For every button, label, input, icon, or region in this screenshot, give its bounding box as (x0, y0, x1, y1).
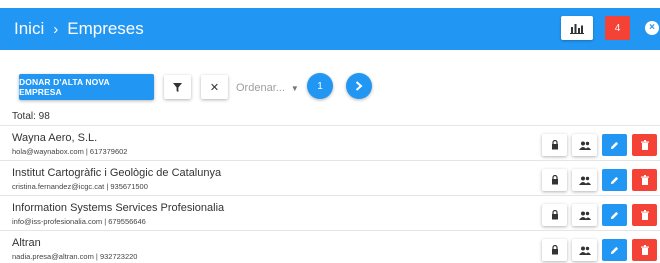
breadcrumb-current: Empreses (67, 19, 144, 38)
permissions-button[interactable] (542, 134, 567, 156)
lock-icon (551, 175, 559, 185)
edit-button[interactable] (602, 204, 627, 226)
pencil-icon (610, 211, 619, 220)
company-row: Institut Cartogràfic i Geològic de Catal… (0, 160, 660, 195)
toolbar: DONAR D'ALTA NOVA EMPRESA ✕ Ordenar... ▼… (0, 70, 660, 104)
filter-button[interactable] (164, 75, 191, 99)
company-contact: info@iss-profesionalia.com | 679556646 (12, 217, 146, 226)
users-button[interactable] (572, 134, 597, 156)
users-icon (578, 141, 591, 150)
company-contact: hola@waynabox.com | 617379602 (12, 147, 128, 156)
users-button[interactable] (572, 169, 597, 191)
total-count: Total: 98 (12, 111, 50, 122)
delete-button[interactable] (632, 239, 657, 261)
page-1-button[interactable]: 1 (307, 73, 333, 99)
delete-button[interactable] (632, 169, 657, 191)
edit-button[interactable] (602, 239, 627, 261)
lock-icon (551, 140, 559, 150)
users-button[interactable] (572, 204, 597, 226)
company-row: Information Systems Services Profesional… (0, 195, 660, 230)
trash-icon (640, 210, 649, 220)
company-name[interactable]: Altran (12, 237, 41, 249)
company-name[interactable]: Wayna Aero, S.L. (12, 132, 97, 144)
company-name[interactable]: Institut Cartogràfic i Geològic de Catal… (12, 167, 221, 179)
add-company-button[interactable]: DONAR D'ALTA NOVA EMPRESA (19, 74, 154, 100)
close-circle-icon[interactable]: × (645, 21, 659, 35)
permissions-button[interactable] (542, 204, 567, 226)
breadcrumb-separator: › (53, 20, 59, 38)
lock-icon (551, 245, 559, 255)
top-bar: Inici › Empreses 4 × (0, 8, 660, 50)
lock-icon (551, 210, 559, 220)
trash-icon (640, 175, 649, 185)
trash-icon (640, 140, 649, 150)
company-row: Altran nadia.presa@altran.com | 93272322… (0, 230, 660, 263)
delete-button[interactable] (632, 204, 657, 226)
next-page-button[interactable] (346, 73, 372, 99)
close-icon: ✕ (209, 81, 220, 94)
clear-filter-button[interactable]: ✕ (201, 75, 228, 99)
edit-button[interactable] (602, 134, 627, 156)
permissions-button[interactable] (542, 169, 567, 191)
company-contact: nadia.presa@altran.com | 932723220 (12, 252, 138, 261)
notifications-button[interactable]: 4 (605, 16, 630, 40)
caret-down-icon: ▼ (290, 83, 299, 93)
pencil-icon (610, 246, 619, 255)
users-button[interactable] (572, 239, 597, 261)
delete-button[interactable] (632, 134, 657, 156)
company-contact: cristina.fernandez@icgc.cat | 935671500 (12, 182, 148, 191)
users-icon (578, 211, 591, 220)
notification-count: 4 (614, 22, 621, 34)
permissions-button[interactable] (542, 239, 567, 261)
trash-icon (640, 245, 649, 255)
pencil-icon (610, 176, 619, 185)
stats-button[interactable] (561, 16, 593, 40)
breadcrumb-home[interactable]: Inici (14, 19, 44, 39)
company-list: Wayna Aero, S.L. hola@waynabox.com | 617… (0, 125, 660, 263)
company-row: Wayna Aero, S.L. hola@waynabox.com | 617… (0, 125, 660, 160)
pencil-icon (610, 141, 619, 150)
breadcrumb: Inici › Empreses (14, 19, 144, 39)
bar-chart-icon (570, 23, 584, 34)
chevron-right-icon (355, 81, 363, 91)
order-select[interactable]: Ordenar... ▼ (236, 78, 300, 98)
users-icon (578, 176, 591, 185)
filter-icon (173, 82, 182, 92)
users-icon (578, 246, 591, 255)
edit-button[interactable] (602, 169, 627, 191)
order-placeholder: Ordenar... (236, 82, 285, 94)
company-name[interactable]: Information Systems Services Profesional… (12, 202, 224, 214)
